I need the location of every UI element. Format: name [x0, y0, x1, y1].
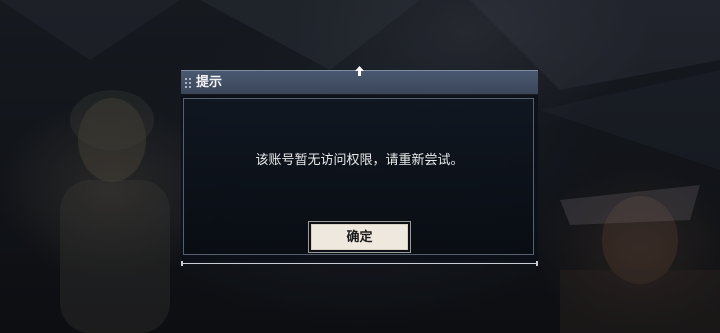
confirm-button-label: 确定 — [346, 230, 373, 245]
dialog-bottom-divider — [181, 263, 538, 264]
pin-icon — [355, 66, 364, 76]
divider-cap-left — [181, 261, 183, 266]
game-screen: 提示 该账号暂无访问权限，请重新尝试。 确定 — [0, 0, 720, 333]
alert-dialog: 提示 该账号暂无访问权限，请重新尝试。 确定 — [181, 66, 538, 266]
dialog-header: 提示 — [181, 66, 538, 94]
dialog-message: 该账号暂无访问权限，请重新尝试。 — [255, 153, 464, 168]
confirm-button[interactable]: 确定 — [309, 222, 410, 252]
divider-cap-right — [536, 261, 538, 266]
dialog-title: 提示 — [196, 75, 223, 90]
drag-grip-icon — [185, 78, 191, 88]
